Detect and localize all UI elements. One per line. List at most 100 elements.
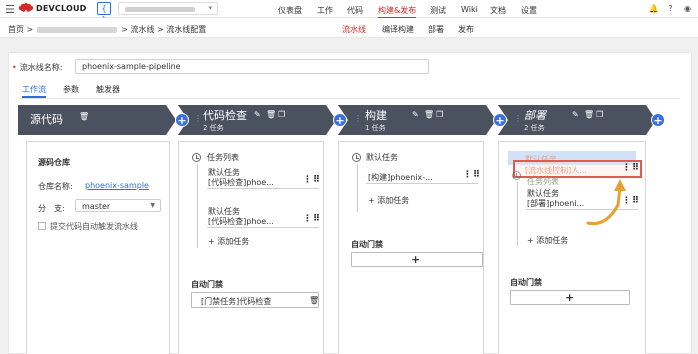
nav-settings[interactable]: 设置 <box>521 5 537 16</box>
gate-item[interactable]: [门禁任务]代码检查 <box>201 296 271 307</box>
task-list-title: 任务列表 <box>527 177 559 186</box>
add-gate-plus[interactable]: + <box>565 291 574 304</box>
dragged-task-detail[interactable]: [流水线控制]人... <box>525 165 587 176</box>
repo-section-title: 源码仓库 <box>38 158 70 167</box>
bell-icon[interactable]: 🔔 <box>647 2 660 15</box>
breadcrumb-home[interactable]: 首页 > <box>8 24 33 35</box>
repo-name-link[interactable]: phoenix-sample <box>85 181 149 190</box>
menu-icon[interactable]: ☰ <box>5 3 15 16</box>
add-task-button[interactable]: + 添加任务 <box>208 236 249 247</box>
logo[interactable]: DEVCLOUD <box>18 3 87 14</box>
nav-docs[interactable]: 文档 <box>490 5 506 16</box>
top-navbar: ☰ DEVCLOUD { } ▾ 仪表盘 工作 代码 构建&发布 测试 Wiki… <box>0 0 698 24</box>
drag-handle-icon[interactable]: ⋮ <box>354 114 362 126</box>
drag-grid-icon[interactable]: ⠿ <box>632 163 639 173</box>
drag-grid-icon[interactable]: ⠿ <box>313 214 320 224</box>
repo-name-label: 仓库名称: <box>38 182 73 191</box>
subnav-build[interactable]: 编译构建 <box>382 24 414 35</box>
gate-title: 自动门禁 <box>191 280 223 289</box>
task-divider <box>207 227 319 228</box>
trash-icon[interactable]: 🗑 <box>584 110 594 119</box>
tab-workflow[interactable]: 工作流 <box>22 84 46 95</box>
edit-icon[interactable]: ✎ <box>412 110 419 119</box>
drag-handle-icon[interactable]: ⋮ <box>514 114 522 126</box>
task-detail[interactable]: [部署]phoeni... <box>527 198 584 209</box>
more-icon[interactable]: ⋮ <box>463 170 472 180</box>
required-marker: • <box>12 63 17 72</box>
add-task-button[interactable]: + 添加任务 <box>368 195 409 206</box>
pipeline-name-input[interactable]: phoenix-sample-pipeline <box>75 59 429 74</box>
nav-work[interactable]: 工作 <box>317 5 333 16</box>
edit-icon[interactable]: ✎ <box>254 110 261 119</box>
task-detail[interactable]: [代码检查]phoe... <box>208 177 274 188</box>
breadcrumb-path[interactable]: > 流水线 > 流水线配置 <box>121 24 206 35</box>
add-stage-button[interactable]: + <box>175 113 189 127</box>
tabs-divider <box>20 98 680 99</box>
project-name-redacted <box>125 7 195 12</box>
subnav-pipeline[interactable]: 流水线 <box>342 24 366 35</box>
auto-trigger-label: 提交代码自动触发流水线 <box>50 222 138 231</box>
chevron-down-icon: ▼ <box>150 202 155 209</box>
breadcrumb-project-redacted[interactable] <box>37 26 118 33</box>
task-connector-line <box>517 182 518 246</box>
pipeline-name-label: 流水线名称: <box>19 63 63 72</box>
stage-title-build: 构建 <box>365 109 387 122</box>
more-icon[interactable]: ⋮ <box>303 175 312 185</box>
add-stage-button[interactable]: + <box>651 113 665 127</box>
breadcrumb: 首页 > > 流水线 > 流水线配置 <box>8 24 206 35</box>
more-icon[interactable]: ⋮ <box>622 163 631 173</box>
copy-icon[interactable]: ❐ <box>596 110 603 119</box>
subnav-release[interactable]: 发布 <box>458 24 474 35</box>
stage-column-check <box>178 141 324 354</box>
trash-icon[interactable]: 🗑 <box>309 296 319 305</box>
tab-triggers[interactable]: 触发器 <box>96 84 120 95</box>
task-detail[interactable]: [代码检查]phoe... <box>208 216 274 227</box>
nav-dashboard[interactable]: 仪表盘 <box>278 5 302 16</box>
add-gate-plus[interactable]: + <box>411 253 420 266</box>
add-stage-button[interactable]: + <box>333 113 347 127</box>
project-selector[interactable]: ▾ <box>118 2 218 15</box>
logo-text: DEVCLOUD <box>36 4 87 13</box>
branch-select-value: master <box>82 202 111 211</box>
nav-code[interactable]: 代码 <box>347 5 363 16</box>
trash-icon[interactable]: 🗑 <box>79 112 89 121</box>
copy-icon[interactable]: ❐ <box>278 110 285 119</box>
trash-icon[interactable]: 🗑 <box>424 110 434 119</box>
clock-icon <box>512 171 521 180</box>
copy-icon[interactable]: ❐ <box>436 110 443 119</box>
task-detail[interactable]: [构建]phoenix-... <box>368 172 433 183</box>
pipeline-name-label-row: • 流水线名称: <box>12 62 62 73</box>
auto-trigger-checkbox[interactable] <box>38 222 46 230</box>
tab-params[interactable]: 参数 <box>63 84 79 95</box>
drag-handle-icon[interactable]: ⋮ <box>194 114 202 126</box>
task-connector-line <box>197 164 198 248</box>
nav-wiki[interactable]: Wiki <box>461 5 478 14</box>
huawei-logo-icon <box>18 3 34 14</box>
project-icon[interactable]: { } <box>97 2 111 24</box>
stage-title-source: 源代码 <box>30 113 63 126</box>
task-connector-line <box>357 164 358 212</box>
branch-select[interactable]: master ▼ <box>75 199 161 212</box>
add-stage-button[interactable]: + <box>493 113 507 127</box>
task-divider <box>207 188 319 189</box>
stage-header-shapes <box>18 105 656 135</box>
sub-navbar: 首页 > > 流水线 > 流水线配置 流水线 编译构建 部署 发布 <box>0 18 698 38</box>
subnav-deploy[interactable]: 部署 <box>428 24 444 35</box>
add-task-button[interactable]: + 添加任务 <box>527 235 568 246</box>
nav-build-release[interactable]: 构建&发布 <box>378 5 417 18</box>
default-task-title: 默认任务 <box>366 153 398 162</box>
drag-grid-icon[interactable]: ⠿ <box>473 170 480 180</box>
drag-arrow-annotation <box>586 179 626 226</box>
drag-grid-icon[interactable]: ⠿ <box>632 196 639 206</box>
gate-title: 自动门禁 <box>510 278 542 287</box>
nav-test[interactable]: 测试 <box>430 5 446 16</box>
more-icon[interactable]: ⋮ <box>303 214 312 224</box>
drag-grid-icon[interactable]: ⠿ <box>313 175 320 185</box>
edit-icon[interactable]: ✎ <box>572 110 579 119</box>
user-icon[interactable]: ◉ <box>681 2 694 15</box>
trash-icon[interactable]: 🗑 <box>266 110 276 119</box>
help-icon[interactable]: ? <box>664 2 677 15</box>
stage-count-check: 2 任务 <box>203 124 224 132</box>
gate-title: 自动门禁 <box>351 240 383 249</box>
task-list-title: 任务列表 <box>207 153 239 162</box>
